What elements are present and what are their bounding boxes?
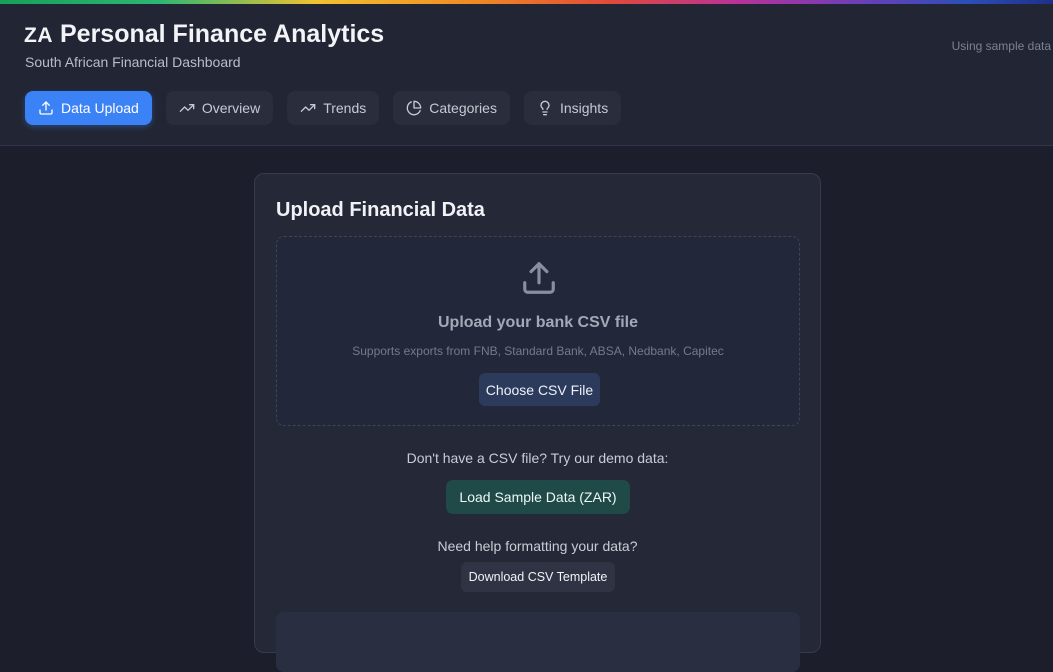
trending-up-icon [300, 104, 316, 112]
dropzone-subtitle: Supports exports from FNB, Standard Bank… [352, 344, 724, 358]
help-prompt: Need help formatting your data? [437, 538, 638, 554]
lightbulb-icon [540, 100, 550, 116]
upload-card: Upload Financial Data Upload your bank C… [254, 173, 821, 672]
info-panel [276, 612, 800, 672]
tab-insights[interactable]: Insights [523, 91, 622, 125]
title-row: ZA Personal Finance Analytics [24, 20, 384, 49]
choose-csv-button[interactable]: Choose CSV File [479, 373, 600, 406]
pie-chart-icon [406, 100, 422, 116]
tab-data-upload[interactable]: Data Upload [25, 91, 152, 125]
page-title: Personal Finance Analytics [60, 20, 385, 48]
tab-label: Insights [559, 100, 609, 116]
upload-icon [39, 101, 53, 115]
main-nav: Data Upload Overview Trends Categories I… [25, 91, 622, 125]
load-sample-data-button[interactable]: Load Sample Data (ZAR) [446, 480, 630, 514]
data-status-note: Using sample data [951, 39, 1051, 53]
tab-trends[interactable]: Trends [287, 91, 380, 125]
dropzone-title: Upload your bank CSV file [437, 314, 639, 331]
upload-icon [523, 262, 555, 294]
flag-code: ZA [24, 24, 53, 47]
app-header: ZA Personal Finance Analytics South Afri… [0, 4, 1053, 146]
download-template-button[interactable]: Download CSV Template [461, 562, 615, 592]
card-title: Upload Financial Data [276, 199, 485, 221]
tab-label: Categories [429, 100, 497, 116]
demo-prompt: Don't have a CSV file? Try our demo data… [406, 450, 669, 466]
csv-dropzone[interactable]: Upload your bank CSV file Supports expor… [276, 236, 800, 426]
trending-up-icon [179, 104, 195, 112]
tab-label: Overview [201, 100, 261, 116]
tab-label: Data Upload [61, 100, 139, 116]
page-subtitle: South African Financial Dashboard [25, 54, 241, 70]
tab-label: Trends [323, 100, 367, 116]
tab-overview[interactable]: Overview [165, 91, 274, 125]
tab-categories[interactable]: Categories [393, 91, 510, 125]
